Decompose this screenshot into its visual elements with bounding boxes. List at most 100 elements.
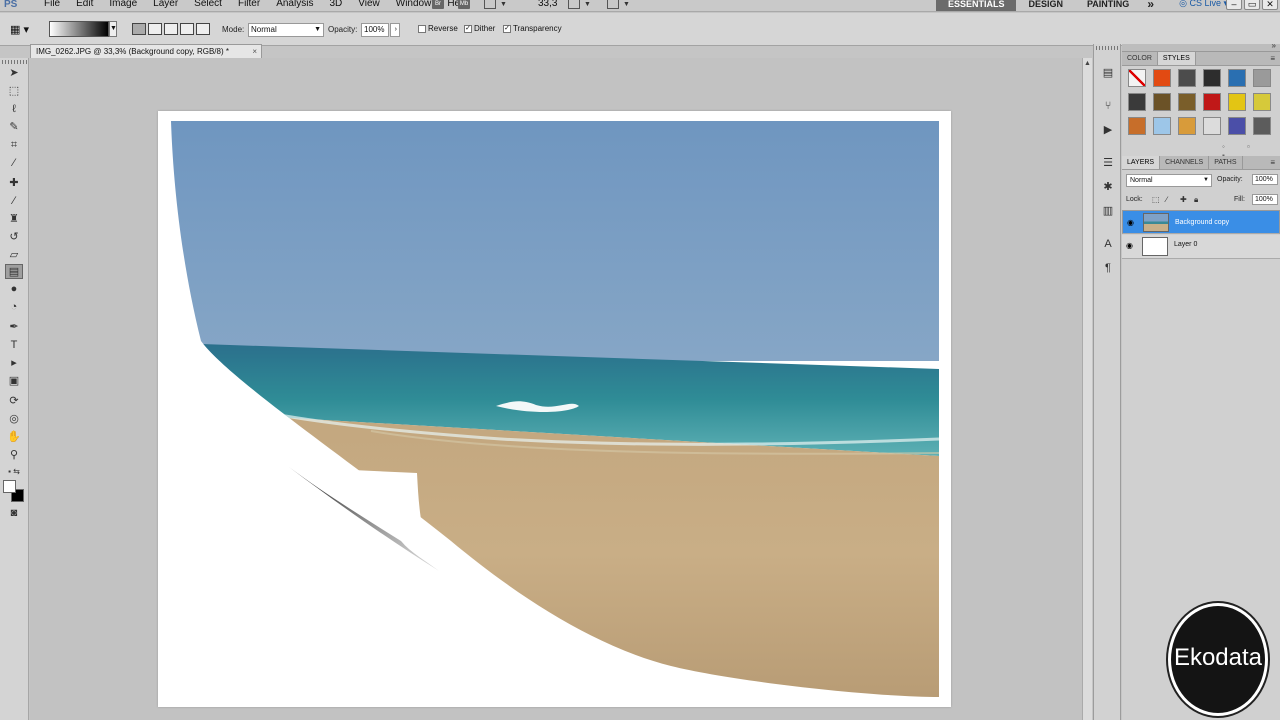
linear-gradient-icon[interactable] [132,23,146,35]
layer-row-background-copy[interactable]: ◉ Background copy [1122,210,1280,234]
eye-icon[interactable]: ◉ [1127,217,1137,227]
close-icon[interactable]: × [252,45,257,58]
menu-layer[interactable]: Layer [145,0,186,10]
marquee-tool-icon[interactable]: ⬚ [5,84,23,99]
actions-panel-icon[interactable]: ▶ [1100,123,1116,137]
tab-color[interactable]: COLOR [1122,52,1158,65]
lock-transparent-icon[interactable]: ⬚ [1152,195,1160,204]
view-extras-icon[interactable] [484,0,496,9]
gradient-picker[interactable] [49,21,109,37]
menu-analysis[interactable]: Analysis [268,0,321,10]
3d-rotate-tool-icon[interactable]: ⟳ [5,394,23,409]
dither-checkbox[interactable]: ✓ Dither [464,24,495,33]
opacity-input[interactable]: 100% [361,23,389,37]
history-brush-tool-icon[interactable]: ↺ [5,230,23,245]
screen-mode-icon[interactable] [606,0,619,9]
chevron-down-icon[interactable]: ▼ [500,1,507,8]
quick-selection-tool-icon[interactable]: ✎ [5,120,23,135]
brush-tool-icon[interactable]: ∕ [5,194,23,209]
3d-orbit-tool-icon[interactable]: ◎ [5,412,23,427]
shape-tool-icon[interactable]: ▣ [5,374,23,389]
eyedropper-tool-icon[interactable]: ⁄ [5,156,23,171]
mini-bridge-panel-icon[interactable]: ▤ [1100,66,1116,80]
menu-image[interactable]: Image [101,0,145,10]
menu-edit[interactable]: Edit [68,0,101,10]
fill-input[interactable]: 100% [1252,194,1278,205]
style-swatch[interactable] [1128,93,1146,111]
workspace-design[interactable]: DESIGN [1016,0,1075,11]
workspace-painting[interactable]: PAINTING [1075,0,1141,11]
workspace-essentials[interactable]: ESSENTIALS [935,0,1017,11]
vertical-scrollbar[interactable]: ▲ [1082,58,1092,720]
chevron-down-icon[interactable]: ▼ [584,1,591,8]
style-swatch[interactable] [1253,69,1271,87]
panel-grip[interactable] [1096,46,1118,50]
gradient-tool-icon[interactable]: ▤ [5,264,23,279]
mode-select[interactable]: Normal ▼ [248,23,324,37]
clone-stamp-tool-icon[interactable]: ♜ [5,212,23,227]
foreground-color-swatch[interactable] [3,480,16,493]
checkbox-box[interactable] [418,24,426,33]
style-swatch[interactable] [1203,69,1221,87]
checkbox-box[interactable]: ✓ [464,24,472,33]
lock-image-icon[interactable]: ∕ [1166,195,1167,204]
type-tool-icon[interactable]: T [5,338,23,353]
style-swatch[interactable] [1153,69,1171,87]
style-swatch[interactable] [1178,69,1196,87]
menu-select[interactable]: Select [186,0,230,10]
clone-source-panel-icon[interactable]: ▥ [1100,204,1116,218]
menu-view[interactable]: View [350,0,388,10]
minimize-button[interactable]: – [1226,0,1242,10]
panel-menu-icon[interactable]: ≡ [1265,156,1280,169]
quick-mask-icon[interactable]: ◙ [5,506,23,521]
collapse-icon[interactable]: » [1272,41,1276,50]
dodge-tool-icon[interactable]: ◔ [5,300,23,315]
default-colors-icon[interactable]: ▪ ⇆ [5,464,23,479]
bridge-icon[interactable]: Br [432,0,444,9]
more-workspaces-icon[interactable]: » [1141,0,1160,11]
paragraph-panel-icon[interactable]: ¶ [1100,261,1116,275]
style-swatch[interactable] [1253,117,1271,135]
style-swatch[interactable] [1228,93,1246,111]
chevron-down-icon[interactable]: ▼ [623,1,630,8]
tab-paths[interactable]: PATHS [1209,156,1243,169]
checkbox-box[interactable]: ✓ [503,24,511,33]
style-swatch[interactable] [1128,117,1146,135]
style-swatch[interactable] [1153,117,1171,135]
style-swatch[interactable] [1203,117,1221,135]
maximize-button[interactable]: ▭ [1244,0,1260,10]
angle-gradient-icon[interactable] [164,23,178,35]
brush-presets-panel-icon[interactable]: ✱ [1100,180,1116,194]
menu-filter[interactable]: Filter [230,0,268,10]
lasso-tool-icon[interactable]: ℓ [5,102,23,117]
lock-position-icon[interactable]: ✚ [1180,195,1187,204]
zoom-level[interactable]: 33,3 [538,0,557,9]
radial-gradient-icon[interactable] [148,23,162,35]
path-selection-tool-icon[interactable]: ▸ [5,356,23,371]
mini-bridge-icon[interactable]: Mb [458,0,470,9]
lock-all-icon[interactable]: 🔒︎ [1194,195,1198,205]
style-swatch[interactable] [1178,117,1196,135]
reverse-checkbox[interactable]: Reverse [418,24,458,33]
menu-3d[interactable]: 3D [321,0,350,10]
chevron-down-icon[interactable]: ▼ [109,21,117,37]
eye-icon[interactable]: ◉ [1126,241,1136,251]
panel-menu-icon[interactable]: ≡ [1265,52,1280,65]
blend-mode-select[interactable]: Normal ▼ [1126,174,1212,187]
style-swatch[interactable] [1253,93,1271,111]
style-swatch[interactable] [1128,69,1146,87]
style-swatch[interactable] [1178,93,1196,111]
history-panel-icon[interactable]: ⑂ [1100,99,1116,113]
style-swatch[interactable] [1228,69,1246,87]
character-panel-icon[interactable]: A [1100,237,1116,251]
style-swatch[interactable] [1228,117,1246,135]
eraser-tool-icon[interactable]: ▱ [5,248,23,263]
reflected-gradient-icon[interactable] [180,23,194,35]
style-swatch[interactable] [1203,93,1221,111]
crop-tool-icon[interactable]: ⌗ [5,138,23,153]
panel-grip[interactable] [2,60,27,64]
arrange-documents-icon[interactable] [568,0,580,9]
transparency-checkbox[interactable]: ✓ Transparency [503,24,562,33]
tab-layers[interactable]: LAYERS [1122,156,1161,169]
pen-tool-icon[interactable]: ✒ [5,320,23,335]
